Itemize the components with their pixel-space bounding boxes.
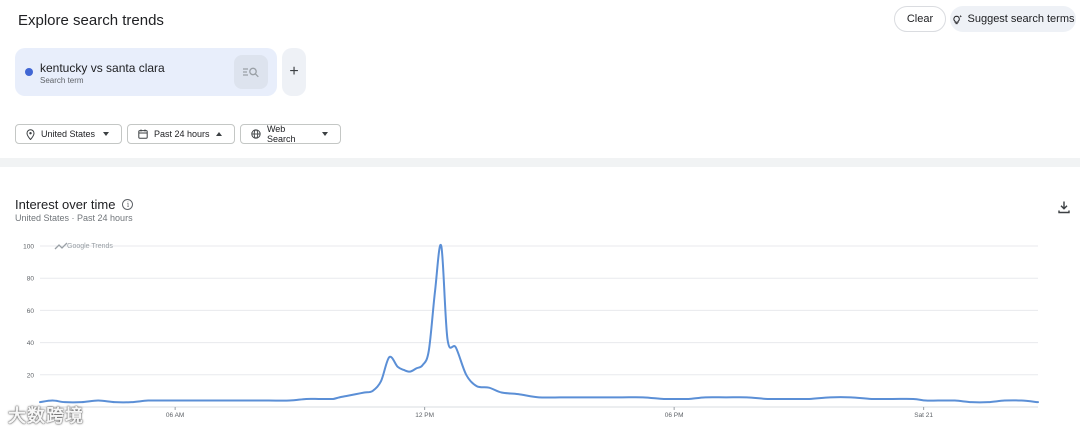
location-pin-icon	[26, 128, 35, 140]
list-search-icon	[243, 67, 259, 78]
x-tick-label: 06 AM	[166, 412, 184, 419]
calendar-icon	[138, 129, 148, 139]
chevron-down-icon	[103, 132, 109, 136]
download-icon[interactable]	[1057, 200, 1071, 214]
x-tick-label: 06 PM	[665, 412, 684, 419]
region-filter[interactable]: United States	[15, 124, 122, 144]
time-range-filter[interactable]: Past 24 hours	[127, 124, 235, 144]
suggest-search-terms-button[interactable]: Suggest search terms	[950, 6, 1076, 32]
chevron-down-icon	[322, 132, 328, 136]
watermark-text: 大数跨境	[8, 406, 84, 427]
term-color-dot	[25, 68, 33, 76]
panel-subtitle: United States · Past 24 hours	[15, 213, 133, 223]
interest-over-time-chart: Google Trends 20 40 60 80 100 06 AM 12 PM 06 PM…	[23, 242, 1039, 419]
y-tick-label: 80	[27, 276, 35, 283]
x-tick-label: Sat 21	[914, 412, 933, 419]
search-property-filter[interactable]: Web Search	[240, 124, 341, 144]
search-term-text[interactable]: kentucky vs santa clara	[40, 61, 165, 75]
y-tick-label: 40	[27, 340, 35, 347]
sparkle-bulb-icon	[952, 14, 962, 24]
info-icon[interactable]: i	[122, 199, 134, 210]
search-term-type: Search term	[40, 76, 84, 85]
y-tick-label: 100	[23, 244, 34, 251]
interest-over-time-title: Interest over time i	[15, 197, 134, 212]
suggest-button-label: Suggest search terms	[967, 13, 1075, 25]
y-tick-label: 20	[27, 372, 35, 379]
clear-button-label: Clear	[906, 13, 934, 25]
search-term-options-button[interactable]	[234, 55, 268, 89]
chevron-up-icon	[216, 132, 222, 136]
trends-branding-label: Google Trends	[67, 243, 113, 250]
globe-icon	[251, 129, 261, 139]
y-tick-label: 60	[27, 308, 35, 315]
add-comparison-button[interactable]: +	[282, 48, 306, 96]
region-filter-label: United States	[41, 129, 96, 139]
page-title: Explore search trends	[18, 12, 164, 29]
search-term-card[interactable]: kentucky vs santa clara Search term	[15, 48, 277, 96]
panel-title-text: Interest over time	[15, 197, 116, 212]
x-tick-label: 12 PM	[415, 412, 434, 419]
section-divider	[0, 158, 1080, 167]
clear-button[interactable]: Clear	[894, 6, 946, 32]
search-property-filter-label: Web Search	[266, 124, 296, 144]
plus-icon: +	[289, 63, 299, 80]
time-range-filter-label: Past 24 hours	[154, 129, 210, 139]
series-line[interactable]	[39, 243, 1039, 404]
